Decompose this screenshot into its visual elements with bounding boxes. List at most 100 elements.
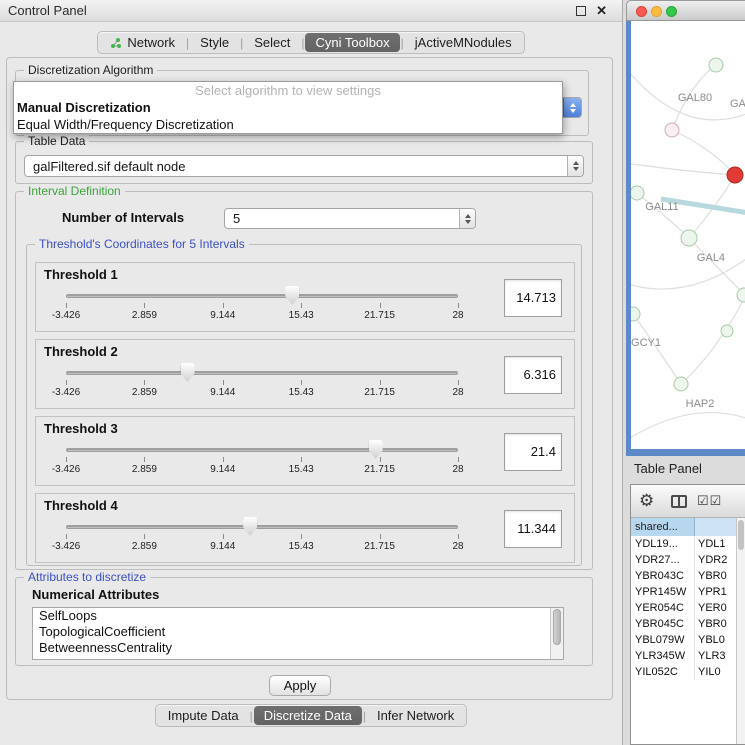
network-node[interactable] (631, 186, 644, 200)
attribute-list-item[interactable]: BetweennessCentrality (33, 640, 563, 656)
table-row[interactable]: YLR345WYLR3 (631, 648, 736, 664)
zoom-traffic-light-icon[interactable] (666, 6, 677, 17)
combobox-stepper-icon[interactable] (567, 156, 583, 176)
dropdown-placeholder-option[interactable]: Select algorithm to view settings (14, 82, 562, 99)
cell-shared-name: YPR145W (631, 584, 695, 600)
table-row[interactable]: YER054CYER0 (631, 600, 736, 616)
bottom-tab-discretize-data[interactable]: Discretize Data (254, 706, 362, 725)
network-node-label: HAP2 (686, 398, 715, 410)
dropdown-option-manual-discretization[interactable]: Manual Discretization (14, 99, 562, 116)
dropdown-option-equal-width-frequency[interactable]: Equal Width/Frequency Discretization (14, 116, 562, 133)
numerical-attributes-list[interactable]: SelfLoopsTopologicalCoefficientBetweenne… (32, 607, 564, 660)
network-node[interactable] (681, 230, 697, 246)
minimize-traffic-light-icon[interactable] (651, 6, 662, 17)
table-data-combobox[interactable]: galFiltered.sif default node (24, 155, 584, 177)
network-node-pink[interactable] (665, 123, 679, 137)
slider-tick (458, 534, 459, 539)
table-vertical-scrollbar[interactable] (736, 518, 745, 744)
control-panel-titlebar[interactable]: Control Panel ✕ (0, 0, 622, 22)
bottom-tab-infer-network[interactable]: Infer Network (367, 706, 464, 725)
bottom-tab-impute-data[interactable]: Impute Data (158, 706, 249, 725)
slider-tick (458, 380, 459, 385)
network-node[interactable] (737, 288, 745, 302)
table-row[interactable]: YPR145WYPR1 (631, 584, 736, 600)
table-row[interactable]: YBL079WYBL0 (631, 632, 736, 648)
number-of-intervals-combobox[interactable]: 5 (224, 208, 476, 229)
slider-tick (301, 534, 302, 539)
network-node[interactable] (721, 325, 733, 337)
attribute-list-items: SelfLoopsTopologicalCoefficientBetweenne… (33, 608, 563, 656)
table-row[interactable]: YDL19...YDL1 (631, 536, 736, 552)
slider-track[interactable] (66, 525, 458, 529)
threshold-3-value-field[interactable]: 21.4 (504, 433, 562, 471)
threshold-2-value-field[interactable]: 6.316 (504, 356, 562, 394)
cell-shared-name: YDL19... (631, 536, 695, 552)
cell-shared-name: YIL052C (631, 664, 695, 680)
numerical-attributes-label: Numerical Attributes (32, 587, 159, 602)
slider-tick (301, 303, 302, 308)
network-node[interactable] (631, 307, 640, 321)
table-row[interactable]: YIL052CYIL0 (631, 664, 736, 680)
slider-tick (458, 457, 459, 462)
tab-label: jActiveMNodules (415, 33, 512, 52)
cell-shared-name: YBR045C (631, 616, 695, 632)
slider-tick-label: 28 (452, 310, 463, 321)
cell-name: YLR3 (695, 648, 736, 664)
close-icon[interactable]: ✕ (596, 3, 607, 19)
combobox-stepper-icon[interactable] (563, 98, 581, 117)
slider-track[interactable] (66, 371, 458, 375)
table-columns-icon[interactable] (671, 495, 687, 508)
threshold-2-slider[interactable]: -3.4262.8599.14415.4321.71528 (66, 362, 458, 406)
attribute-list-item[interactable]: SelfLoops (33, 608, 563, 624)
tab-select[interactable]: Select (244, 33, 300, 52)
close-traffic-light-icon[interactable] (636, 6, 647, 17)
apply-button[interactable]: Apply (269, 675, 331, 696)
threshold-1-slider[interactable]: -3.4262.8599.14415.4321.71528 (66, 285, 458, 329)
table-row[interactable]: YBR043CYBR0 (631, 568, 736, 584)
threshold-3-slider[interactable]: -3.4262.8599.14415.4321.71528 (66, 439, 458, 483)
table-panel-title: Table Panel (634, 461, 702, 476)
tab-style[interactable]: Style (190, 33, 239, 52)
network-node-red[interactable] (727, 167, 743, 183)
algorithm-dropdown-popup: Select algorithm to view settings Manual… (13, 81, 563, 134)
column-header-name[interactable] (695, 518, 736, 536)
slider-track[interactable] (66, 294, 458, 298)
right-region: GAL80GALGAL11GAL4GCY1HAP2 Table Panel ⚙ … (622, 0, 745, 745)
network-node[interactable] (709, 58, 723, 72)
network-node[interactable] (674, 377, 688, 391)
slider-thumb[interactable] (285, 286, 299, 305)
slider-tick (66, 303, 67, 308)
slider-tick (66, 457, 67, 462)
threshold-4-slider[interactable]: -3.4262.8599.14415.4321.71528 (66, 516, 458, 560)
table-row[interactable]: YBR045CYBR0 (631, 616, 736, 632)
slider-track[interactable] (66, 448, 458, 452)
slider-tick-label: -3.426 (52, 387, 80, 398)
slider-tick (301, 380, 302, 385)
tab-network[interactable]: Network (100, 33, 185, 52)
slider-tick (144, 380, 145, 385)
column-checkbox-icons[interactable]: ☑☑ (697, 493, 722, 509)
slider-thumb[interactable] (243, 517, 257, 536)
table-row[interactable]: YDR27...YDR2 (631, 552, 736, 568)
table-data-group-title: Table Data (24, 134, 89, 148)
tab-cyni-toolbox[interactable]: Cyni Toolbox (305, 33, 399, 52)
network-canvas[interactable]: GAL80GALGAL11GAL4GCY1HAP2 (626, 21, 745, 456)
slider-tick-label: 2.859 (132, 387, 157, 398)
combobox-stepper-icon[interactable] (459, 209, 475, 228)
float-window-icon[interactable] (576, 6, 586, 16)
slider-tick-label: 2.859 (132, 541, 157, 552)
list-vertical-scrollbar[interactable] (550, 608, 563, 659)
scrollbar-thumb[interactable] (738, 520, 744, 550)
scrollbar-thumb[interactable] (553, 609, 561, 645)
attributes-to-discretize-group: Attributes to discretize Numerical Attri… (15, 577, 593, 666)
network-window-titlebar[interactable] (626, 0, 745, 21)
slider-tick-label: 15.43 (289, 541, 314, 552)
slider-thumb[interactable] (181, 363, 195, 382)
threshold-4-value-field[interactable]: 11.344 (504, 510, 562, 548)
threshold-1-value-field[interactable]: 14.713 (504, 279, 562, 317)
attribute-list-item[interactable]: TopologicalCoefficient (33, 624, 563, 640)
cell-shared-name: YLR345W (631, 648, 695, 664)
gear-icon[interactable]: ⚙ (639, 491, 654, 511)
tab-jactivemnodules[interactable]: jActiveMNodules (405, 33, 522, 52)
column-header-shared-name[interactable]: shared... (631, 518, 695, 536)
